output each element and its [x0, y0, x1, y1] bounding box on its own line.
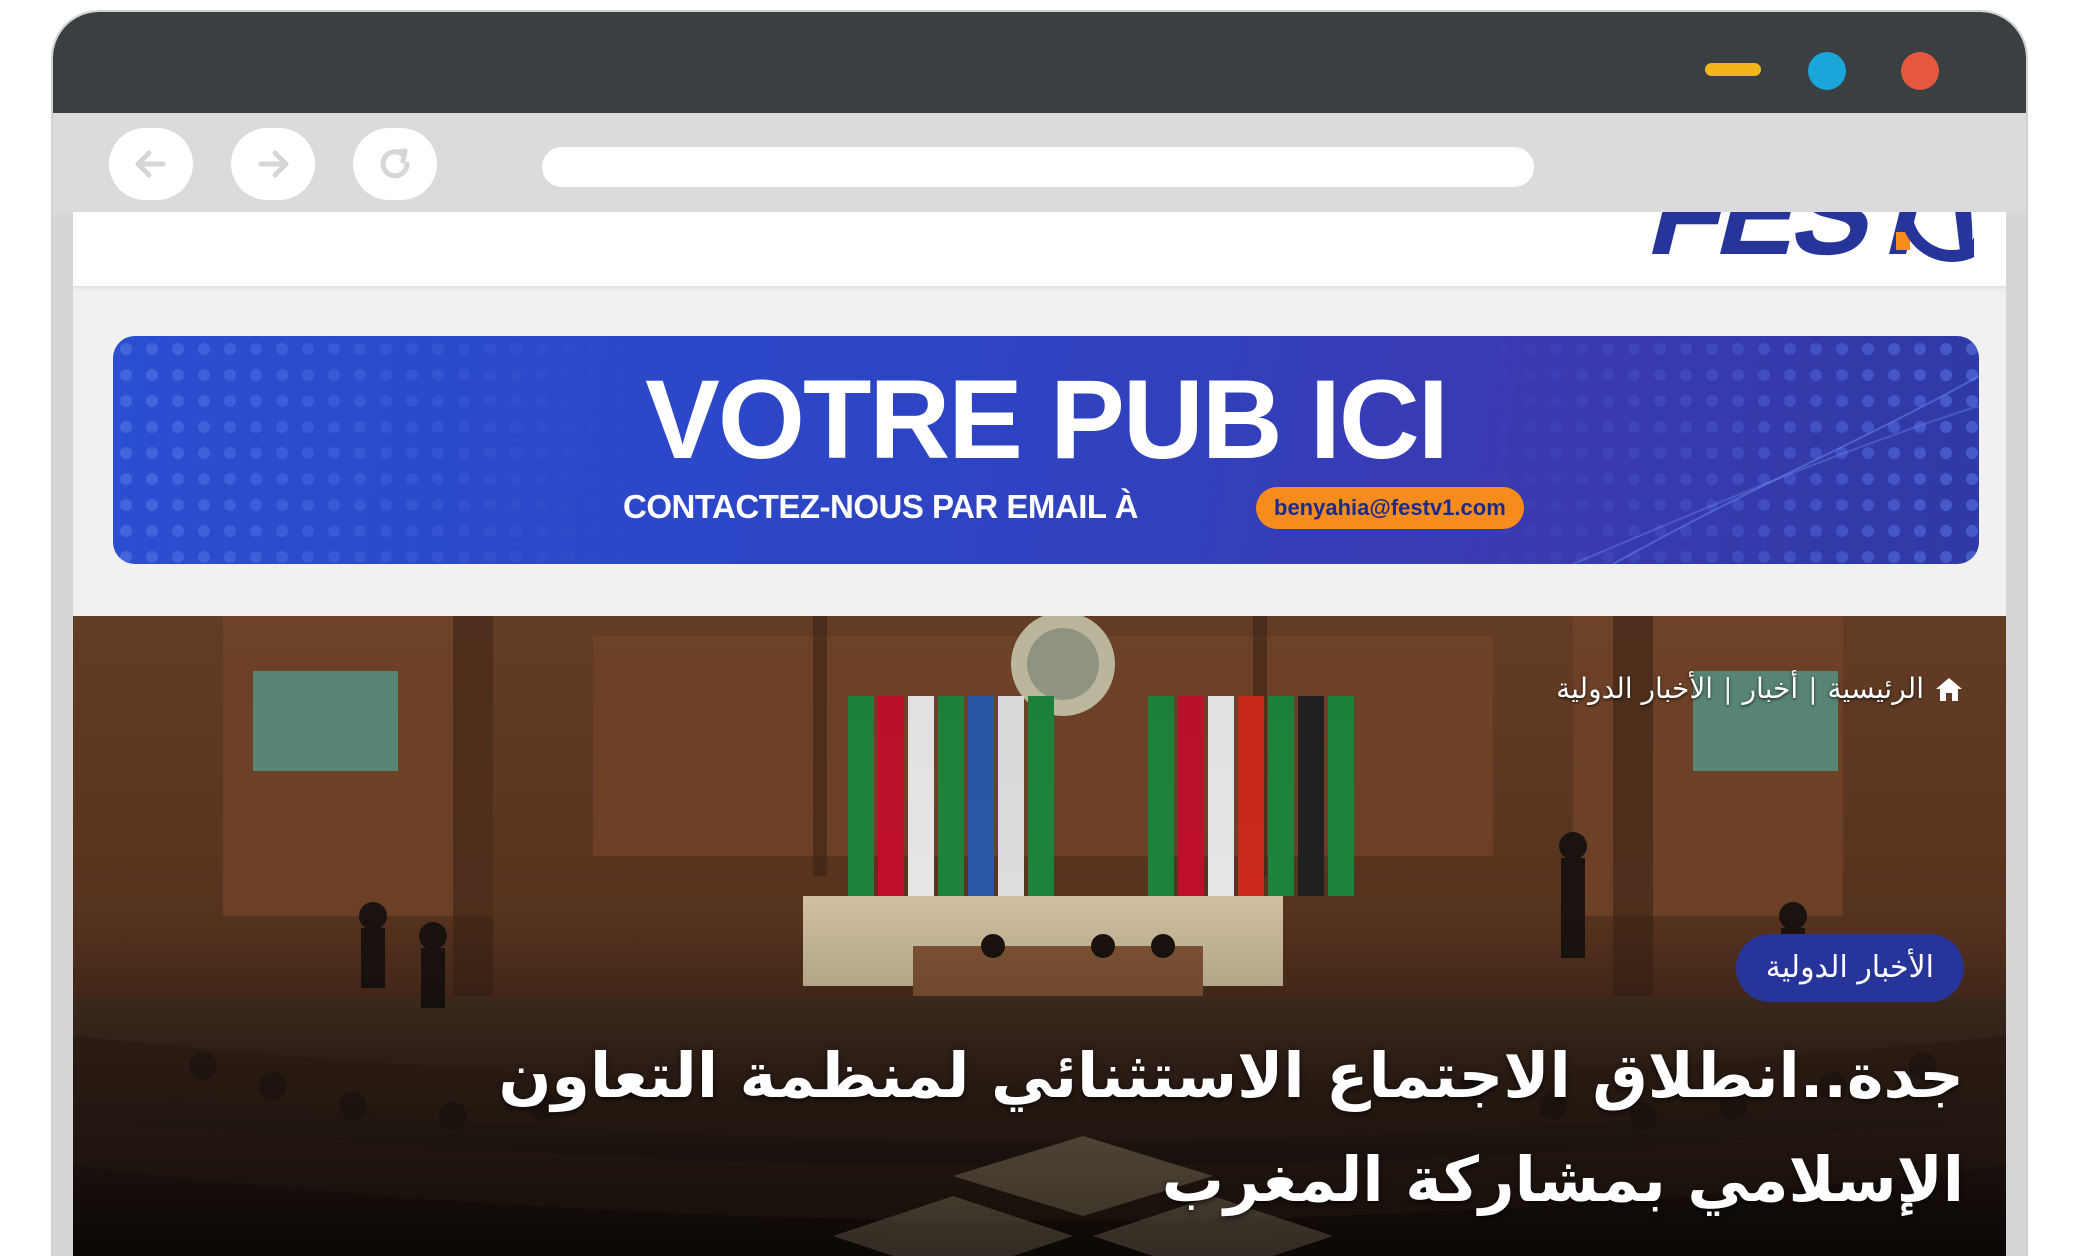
breadcrumb-item-home[interactable]: الرئيسية	[1828, 672, 1924, 705]
featured-article[interactable]: الرئيسية | أخبار | الأخبار الدولية الأخب…	[73, 616, 2006, 1256]
arrow-left-icon	[135, 150, 166, 178]
reload-icon	[380, 148, 410, 179]
forward-button[interactable]	[231, 128, 315, 200]
svg-text:FESTV: FESTV	[1638, 212, 1974, 264]
ad-banner[interactable]: VOTRE PUB ICI CONTACTEZ-NOUS PAR EMAIL À…	[113, 336, 1979, 564]
ad-title: VOTRE PUB ICI	[645, 357, 1449, 482]
ad-contact-text: CONTACTEZ-NOUS PAR EMAIL À	[623, 488, 1138, 525]
category-badge[interactable]: الأخبار الدولية	[1735, 934, 1964, 1002]
browser-toolbar	[53, 113, 2026, 213]
breadcrumb: الرئيسية | أخبار | الأخبار الدولية	[1556, 672, 1964, 705]
breadcrumb-item-international-news[interactable]: الأخبار الدولية	[1556, 672, 1713, 705]
breadcrumb-item-news[interactable]: أخبار	[1743, 672, 1799, 705]
browser-titlebar	[53, 12, 2026, 113]
minimize-button[interactable]	[1705, 63, 1761, 76]
arrow-right-icon	[258, 150, 289, 178]
ad-email-badge[interactable]: benyahia@festv1.com	[1256, 487, 1524, 529]
close-button[interactable]	[1901, 52, 1939, 90]
reload-button[interactable]	[353, 128, 437, 200]
site-logo[interactable]: FESTV	[1474, 212, 1974, 264]
maximize-button[interactable]	[1808, 52, 1846, 90]
site-header: FESTV	[73, 212, 2006, 286]
page-viewport: FESTV VOTRE PUB ICI CONTACTEZ-NOUS PAR E…	[73, 212, 2006, 1256]
breadcrumb-separator: |	[1723, 672, 1733, 705]
home-icon[interactable]	[1934, 675, 1964, 703]
breadcrumb-separator: |	[1808, 672, 1818, 705]
browser-window: FESTV VOTRE PUB ICI CONTACTEZ-NOUS PAR E…	[53, 12, 2026, 1256]
article-headline[interactable]: جدة..انطلاق الاجتماع الاستثنائي لمنظمة ا…	[204, 1024, 1964, 1232]
back-button[interactable]	[109, 128, 193, 200]
address-bar[interactable]	[542, 147, 1534, 187]
